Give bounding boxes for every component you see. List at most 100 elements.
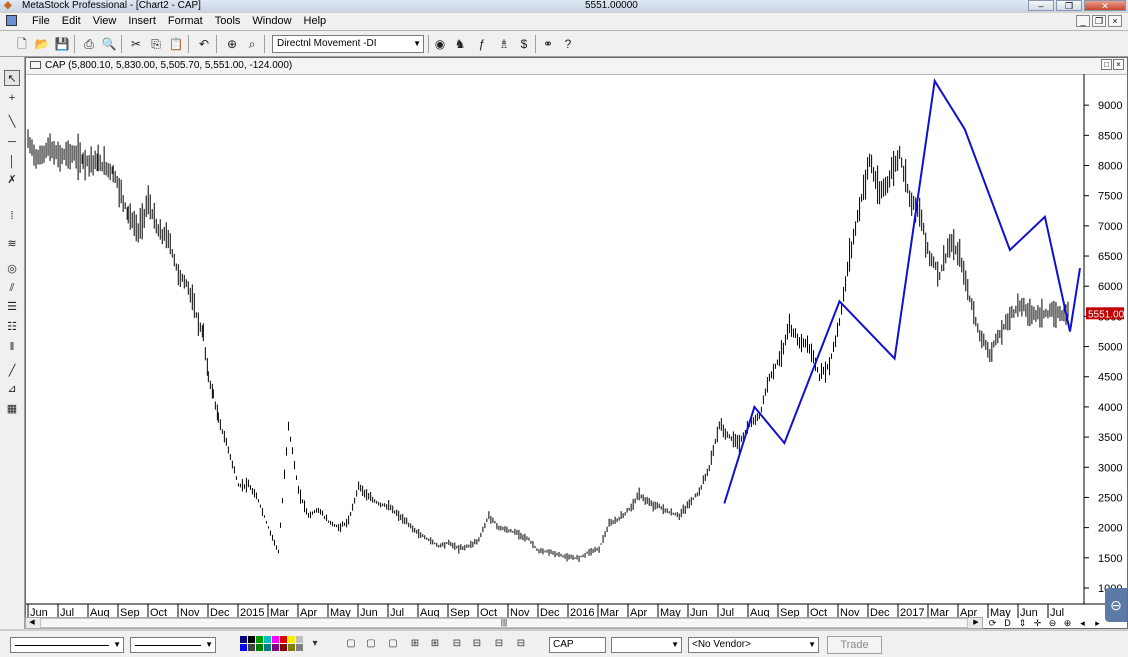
color-swatch[interactable]	[280, 644, 287, 651]
scroll-right-icon[interactable]: ▶	[970, 618, 982, 628]
chart-header-text: CAP (5,800.10, 5,830.00, 5,505.70, 5,551…	[45, 60, 293, 71]
menu-file[interactable]: File	[26, 15, 56, 27]
document-icon[interactable]	[6, 15, 17, 26]
color-swatch[interactable]	[256, 636, 263, 643]
layout-icon[interactable]: ⊟	[492, 637, 506, 651]
mdi-close-button[interactable]: ×	[1108, 15, 1122, 27]
price-chart[interactable]: 1000150020002500300035004000450050005500…	[26, 74, 1127, 618]
text-tool-icon[interactable]: ✗	[4, 172, 20, 188]
color-swatch[interactable]	[288, 636, 295, 643]
fibonacci-arcs-icon[interactable]: ◎	[4, 261, 20, 277]
color-swatch[interactable]	[288, 644, 295, 651]
date-icon[interactable]: D	[1001, 617, 1014, 629]
save-icon[interactable]: 💾	[54, 36, 70, 52]
cut-icon[interactable]: ✂	[128, 36, 144, 52]
vertical-line-icon[interactable]: │	[4, 154, 20, 170]
menu-edit[interactable]: Edit	[56, 15, 87, 27]
layout-icon[interactable]: ⊟	[514, 637, 528, 651]
menu-view[interactable]: View	[87, 15, 123, 27]
move-icon[interactable]: ✛	[1031, 617, 1044, 629]
channel-icon[interactable]: ≋	[4, 236, 20, 252]
color-swatch[interactable]	[264, 644, 271, 651]
chart-maximize-button[interactable]: □	[1101, 59, 1112, 70]
binoculars-icon[interactable]: ⚭	[540, 36, 556, 52]
chart-style-icon[interactable]: ▢	[364, 637, 378, 651]
cycle-lines-icon[interactable]: ⁞	[4, 208, 20, 224]
chevron-down-icon[interactable]: ▾	[308, 637, 322, 651]
step-left-icon[interactable]: ◂	[1076, 617, 1089, 629]
cycle-icon[interactable]: ⟳	[986, 617, 999, 629]
retracement-icon[interactable]: ☷	[4, 319, 20, 335]
color-swatch[interactable]	[296, 644, 303, 651]
updown-icon[interactable]: ⇕	[1016, 617, 1029, 629]
horizontal-line-icon[interactable]: ─	[4, 134, 20, 150]
copy-icon[interactable]: ⎘	[148, 36, 164, 52]
mdi-restore-button[interactable]: ❐	[1092, 15, 1106, 27]
side-panel-toggle-icon[interactable]: ⊖	[1105, 588, 1127, 622]
symbol-input[interactable]: CAP	[549, 637, 606, 653]
expert-advisor-icon[interactable]: ♞	[452, 36, 468, 52]
fan-lines-icon[interactable]: ⫽	[4, 280, 20, 296]
toolbar-separator	[74, 35, 75, 53]
open-folder-icon[interactable]: 📂	[34, 36, 50, 52]
zoom-icon[interactable]: ⌕	[244, 36, 260, 52]
zoom-out-icon[interactable]: ⊖	[1046, 617, 1059, 629]
color-swatch[interactable]	[240, 636, 247, 643]
indicator-select[interactable]: Directnl Movement -DI ▼	[272, 35, 424, 53]
scroll-left-icon[interactable]: ◀	[26, 618, 38, 628]
system-tester-icon[interactable]: ♗	[496, 36, 512, 52]
color-swatch[interactable]	[272, 636, 279, 643]
fibonacci-retracement-icon[interactable]: ☰	[4, 299, 20, 315]
trade-button[interactable]: Trade	[827, 636, 882, 654]
print-preview-icon[interactable]: 🔍	[101, 36, 117, 52]
chart-close-button[interactable]: ×	[1113, 59, 1124, 70]
zoom-in-icon[interactable]: ⊕	[1061, 617, 1074, 629]
color-swatch[interactable]	[280, 636, 287, 643]
horizontal-scrollbar[interactable]: ◀ ||| ▶	[25, 617, 983, 629]
mdi-minimize-button[interactable]: _	[1076, 15, 1090, 27]
formula-icon[interactable]: ƒ	[474, 36, 490, 52]
crosshair-tool-icon[interactable]: +	[4, 90, 20, 106]
menu-help[interactable]: Help	[298, 15, 333, 27]
line-style-select[interactable]: ▼	[10, 637, 124, 653]
layout-icon[interactable]: ⊞	[428, 637, 442, 651]
menu-insert[interactable]: Insert	[122, 15, 162, 27]
color-swatch[interactable]	[248, 644, 255, 651]
new-file-icon[interactable]: 🗋	[14, 36, 30, 52]
scroll-thumb[interactable]: |||	[40, 618, 968, 628]
print-icon[interactable]: ⎙	[81, 36, 97, 52]
explorer-icon[interactable]: ◉	[432, 36, 448, 52]
paste-icon[interactable]: 📋	[168, 36, 184, 52]
color-swatch[interactable]	[248, 636, 255, 643]
pointer-icon[interactable]: ↖	[4, 70, 20, 86]
layout-icon[interactable]: ⊟	[450, 637, 464, 651]
color-swatch[interactable]	[256, 644, 263, 651]
dollar-icon[interactable]: $	[516, 36, 532, 52]
vendor-select[interactable]: <No Vendor> ▼	[688, 637, 819, 653]
color-swatch[interactable]	[264, 636, 271, 643]
gann-grid-icon[interactable]: ▦	[4, 401, 20, 417]
menu-tools[interactable]: Tools	[209, 15, 247, 27]
layout-icon[interactable]: ⊞	[408, 637, 422, 651]
close-button[interactable]: ✕	[1084, 0, 1126, 11]
regression-icon[interactable]: ╱	[4, 363, 20, 379]
chart-style-icon[interactable]: ▢	[344, 637, 358, 651]
layout-icon[interactable]: ⊟	[470, 637, 484, 651]
color-swatch[interactable]	[240, 644, 247, 651]
trendline-icon[interactable]: ╲	[4, 114, 20, 130]
speed-lines-icon[interactable]: ⊿	[4, 381, 20, 397]
menu-format[interactable]: Format	[162, 15, 209, 27]
color-swatch[interactable]	[296, 636, 303, 643]
undo-icon[interactable]: ↶	[196, 36, 212, 52]
chart-style-icon[interactable]: ▢	[386, 637, 400, 651]
menu-window[interactable]: Window	[246, 15, 297, 27]
line-weight-select[interactable]: ▼	[130, 637, 216, 653]
help-icon[interactable]: ?	[560, 36, 576, 52]
restore-button[interactable]: ❐	[1056, 0, 1082, 11]
crosshair-icon[interactable]: ⊕	[224, 36, 240, 52]
periodicity-select[interactable]: ▼	[611, 637, 682, 653]
time-zones-icon[interactable]: ‖	[4, 339, 20, 355]
color-swatch[interactable]	[272, 644, 279, 651]
minimize-button[interactable]: –	[1028, 0, 1054, 11]
step-right-icon[interactable]: ▸	[1091, 617, 1104, 629]
